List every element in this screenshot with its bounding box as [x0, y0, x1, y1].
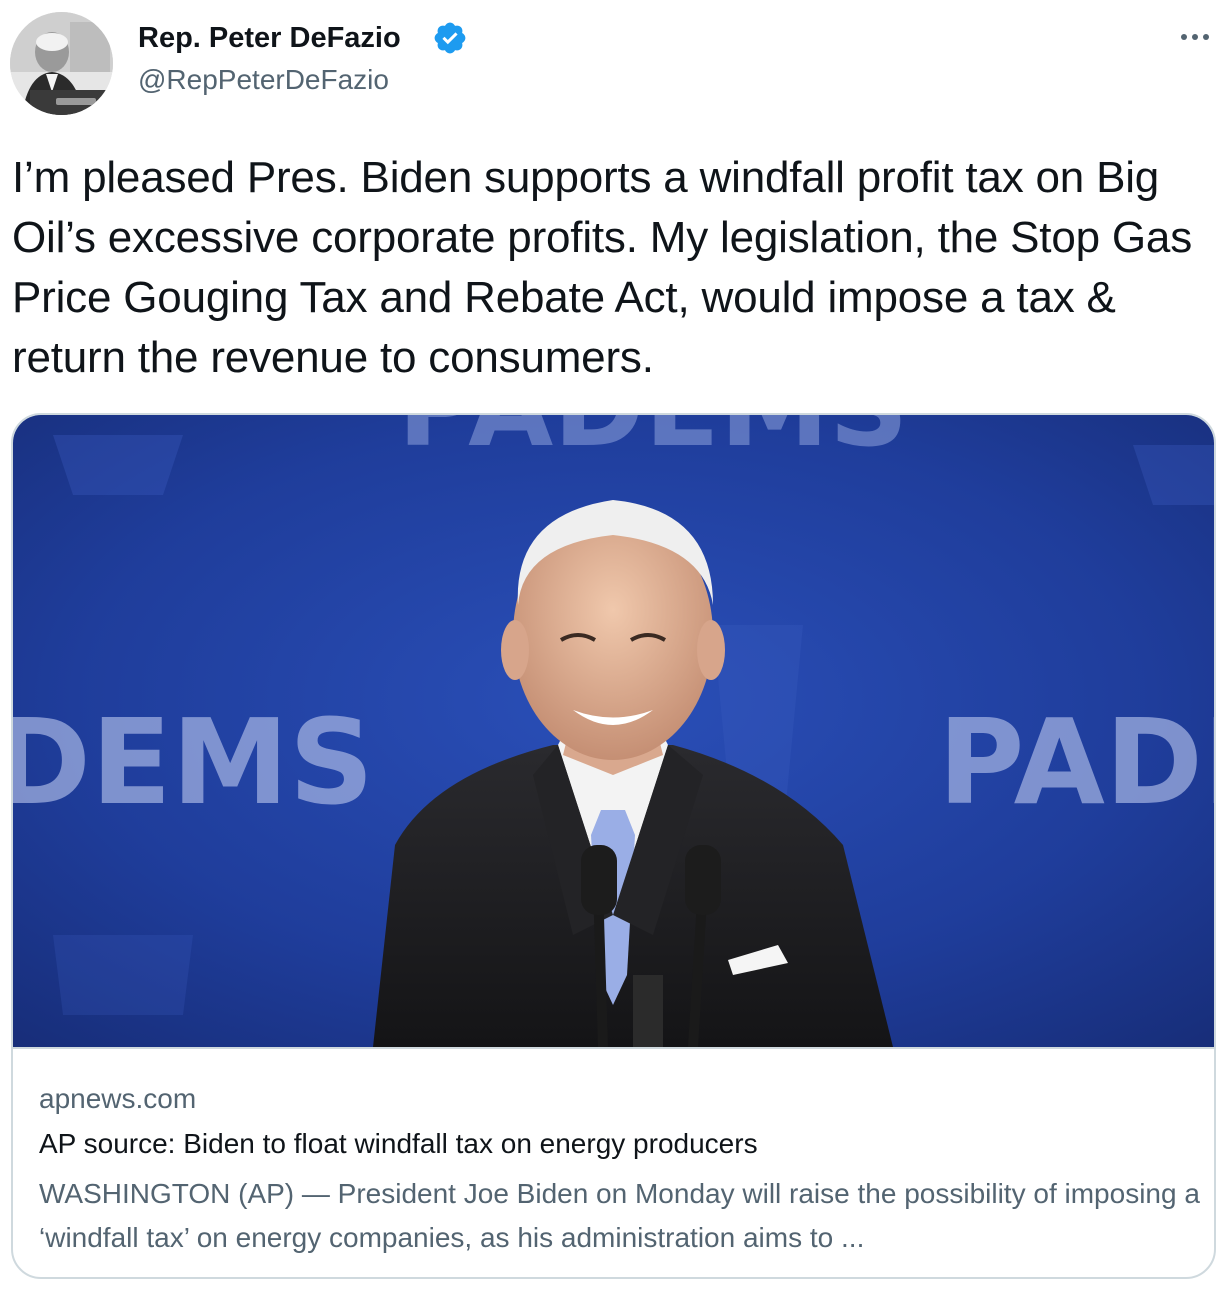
- card-description: WASHINGTON (AP) — President Joe Biden on…: [39, 1178, 1200, 1253]
- card-image: PADEMS DEMS PADI: [13, 415, 1214, 1047]
- author-name[interactable]: Rep. Peter DeFazio: [138, 20, 401, 56]
- backdrop-text-right: PADI: [938, 693, 1214, 831]
- card-divider: [13, 1047, 1214, 1049]
- card-title[interactable]: AP source: Biden to float windfall tax o…: [39, 1126, 758, 1162]
- profile-photo: [10, 12, 113, 115]
- link-card[interactable]: PADEMS DEMS PADI apnews.com: [11, 413, 1216, 1279]
- more-options-icon[interactable]: [1170, 22, 1220, 52]
- dot: [1192, 34, 1198, 40]
- card-domain: apnews.com: [39, 1083, 197, 1114]
- verified-badge-icon: [434, 22, 466, 54]
- backdrop-text-left: DEMS: [13, 693, 374, 831]
- backdrop-text-top: PADEMS: [398, 415, 909, 471]
- tweet-text: I’m pleased Pres. Biden supports a windf…: [12, 153, 1192, 382]
- avatar[interactable]: [10, 12, 113, 115]
- dot: [1203, 34, 1209, 40]
- author-handle[interactable]: @RepPeterDeFazio: [138, 62, 389, 98]
- dot: [1181, 34, 1187, 40]
